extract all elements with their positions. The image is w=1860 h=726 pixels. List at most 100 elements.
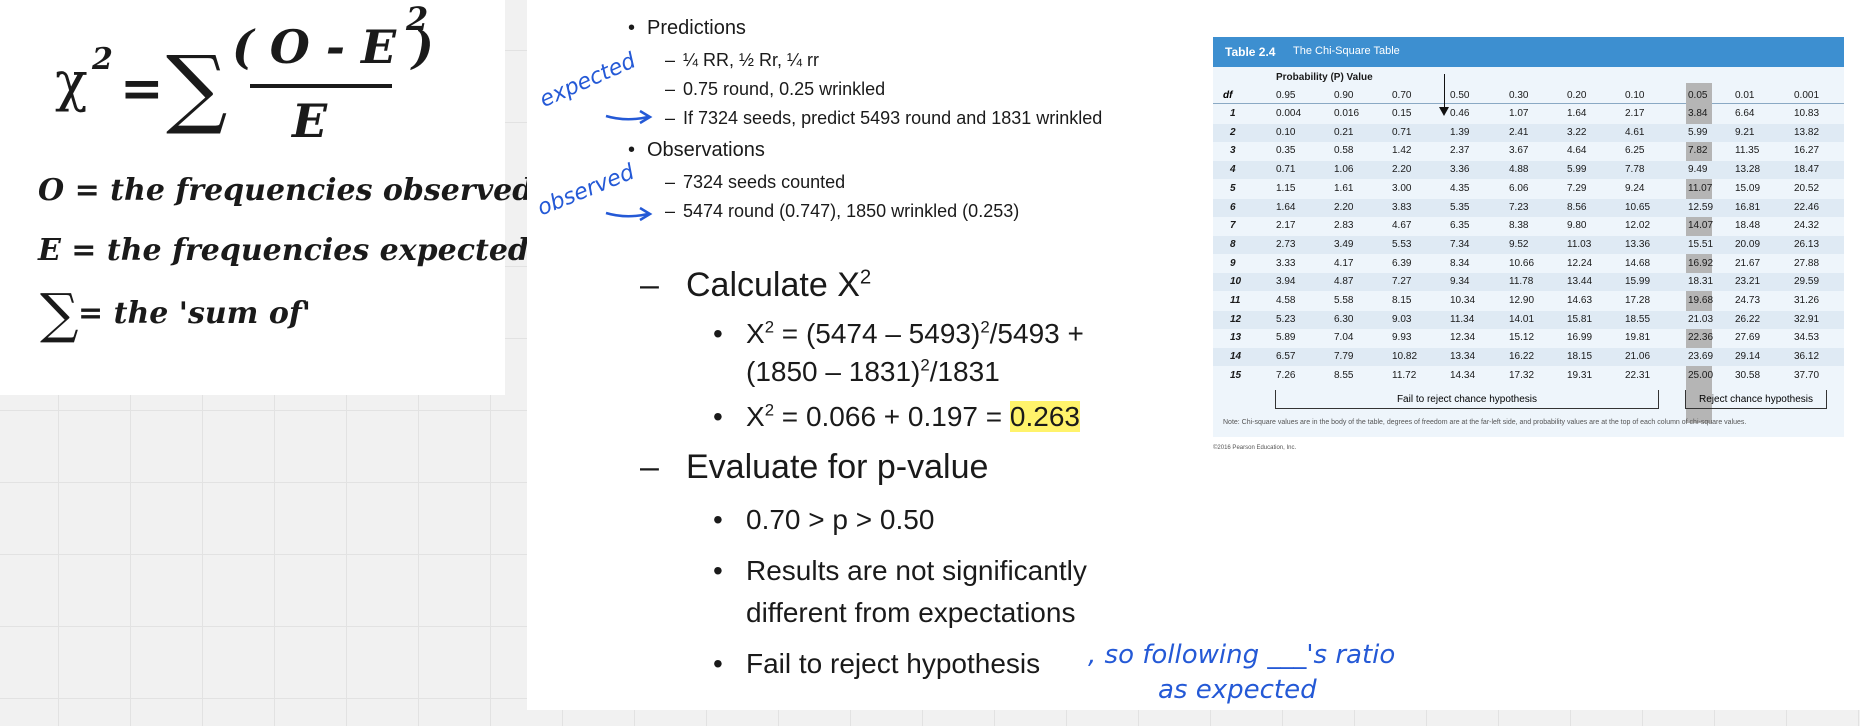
formula-denominator: E <box>292 94 328 148</box>
observed-definition: O = the frequencies observed <box>38 173 534 208</box>
table-cell: 13.36 <box>1625 238 1651 250</box>
table-cell: 7.34 <box>1450 238 1470 250</box>
table-cell: 1.64 <box>1567 108 1587 119</box>
table-cell: 21.03 <box>1688 313 1714 325</box>
table-cell: 1.61 <box>1334 182 1354 194</box>
table-cell: 10.82 <box>1392 351 1418 363</box>
table-cell: 0.004 <box>1276 108 1302 119</box>
table-cell: 18.31 <box>1688 276 1714 288</box>
table-cell: 9.93 <box>1392 332 1412 344</box>
observation-seed-total: 7324 seeds counted <box>683 172 846 192</box>
table-cell: 8.56 <box>1567 201 1587 213</box>
handwritten-note-line-1: , so following ___'s ratio <box>1088 640 1396 670</box>
p-value-header: 0.10 <box>1625 90 1645 101</box>
table-cell: 7.27 <box>1392 276 1412 288</box>
table-cell: 3.84 <box>1688 108 1708 119</box>
bullet: • <box>713 555 723 586</box>
table-cell: 7.04 <box>1334 332 1354 344</box>
df-cell: 14 <box>1230 351 1242 363</box>
table-cell: 1.06 <box>1334 164 1354 176</box>
table-cell: 7.82 <box>1688 145 1708 157</box>
table-cell: 2.73 <box>1276 238 1296 250</box>
table-cell: 14.68 <box>1625 257 1651 269</box>
table-cell: 16.99 <box>1567 332 1593 344</box>
calculate-heading: Calculate X2 <box>686 266 872 304</box>
dash: – <box>665 50 676 70</box>
table-cell: 9.52 <box>1509 238 1529 250</box>
table-cell: 2.83 <box>1334 220 1354 232</box>
table-cell: 11.34 <box>1450 313 1475 325</box>
table-cell: 9.49 <box>1688 164 1708 176</box>
table-cell: 9.80 <box>1567 220 1587 232</box>
p-value-header: 0.001 <box>1794 90 1820 101</box>
table-cell: 4.87 <box>1334 276 1354 288</box>
table-cell: 6.64 <box>1735 108 1755 119</box>
df-cell: 6 <box>1230 201 1236 213</box>
bullet: • <box>713 318 723 349</box>
table-cell: 1.64 <box>1276 201 1296 213</box>
prediction-seed-counts: If 7324 seeds, predict 5493 round and 18… <box>683 108 1103 128</box>
table-cell: 26.22 <box>1735 313 1761 325</box>
df-cell: 10 <box>1230 276 1242 288</box>
table-cell: 27.88 <box>1794 257 1820 269</box>
table-cell: 3.94 <box>1276 276 1296 288</box>
table-cell: 10.66 <box>1509 257 1535 269</box>
table-cell: 7.26 <box>1276 369 1296 381</box>
sigma-symbol: ∑ <box>166 38 228 138</box>
table-cell: 3.67 <box>1509 145 1529 157</box>
table-cell: 5.35 <box>1450 201 1470 213</box>
table-cell: 15.81 <box>1567 313 1593 325</box>
bullet: • <box>713 504 723 535</box>
table-cell: 36.12 <box>1794 351 1820 363</box>
table-cell: 15.51 <box>1688 238 1714 250</box>
table-cell: 6.57 <box>1276 351 1296 363</box>
table-cell: 22.31 <box>1625 369 1651 381</box>
table-cell: 16.27 <box>1794 145 1820 157</box>
table-cell: 10.65 <box>1625 201 1651 213</box>
table-cell: 19.81 <box>1625 332 1651 344</box>
table-cell: 23.69 <box>1688 351 1714 363</box>
table-cell: 20.09 <box>1735 238 1761 250</box>
table-cell: 7.78 <box>1625 164 1645 176</box>
observation-seed-counts: 5474 round (0.747), 1850 wrinkled (0.253… <box>683 201 1020 221</box>
table-cell: 13.44 <box>1567 276 1593 288</box>
evaluate-heading: Evaluate for p-value <box>686 448 989 486</box>
table-cell: 22.36 <box>1688 332 1714 344</box>
table-cell: 14.63 <box>1567 295 1593 306</box>
table-cell: 13.82 <box>1794 126 1820 138</box>
table-cell: 24.73 <box>1735 295 1761 306</box>
table-cell: 2.17 <box>1625 108 1645 119</box>
df-header: df <box>1223 90 1233 101</box>
conclusion-line-2: different from expectations <box>746 597 1076 628</box>
table-cell: 6.25 <box>1625 145 1645 157</box>
table-cell: 0.10 <box>1276 126 1296 138</box>
table-cell: 1.39 <box>1450 126 1470 138</box>
table-cell: 21.67 <box>1735 257 1761 269</box>
table-cell: 2.20 <box>1392 164 1412 176</box>
table-cell: 4.61 <box>1625 126 1645 138</box>
table-label: Table 2.4 <box>1225 45 1276 59</box>
arrow-line <box>1444 74 1445 108</box>
df-cell: 1 <box>1230 108 1236 119</box>
table-cell: 12.24 <box>1567 257 1593 269</box>
p-value-header: 0.20 <box>1567 90 1587 101</box>
formula-card: χ 2 = ∑ ( O - E ) 2 E O = the frequencie… <box>0 0 533 395</box>
table-cell: 0.46 <box>1450 108 1470 119</box>
dash: – <box>640 266 659 304</box>
table-cell: 18.15 <box>1567 351 1593 363</box>
table-cell: 16.92 <box>1688 257 1714 269</box>
reject-bracket: Reject chance hypothesis <box>1685 390 1827 409</box>
table-cell: 3.36 <box>1450 164 1470 176</box>
table-cell: 20.52 <box>1794 182 1820 194</box>
df-cell: 5 <box>1230 182 1236 194</box>
table-cell: 4.58 <box>1276 295 1296 306</box>
table-cell: 10.83 <box>1794 108 1820 119</box>
table-cell: 5.99 <box>1567 164 1587 176</box>
table-cell: 17.28 <box>1625 295 1651 306</box>
bullet: • <box>628 17 636 39</box>
probability-header: Probability (P) Value <box>1276 72 1373 83</box>
table-cell: 16.22 <box>1509 351 1535 363</box>
calculation-line-2: (1850 – 1831)2/1831 <box>746 355 1000 387</box>
df-cell: 3 <box>1230 145 1236 157</box>
header-rule <box>1213 103 1844 104</box>
